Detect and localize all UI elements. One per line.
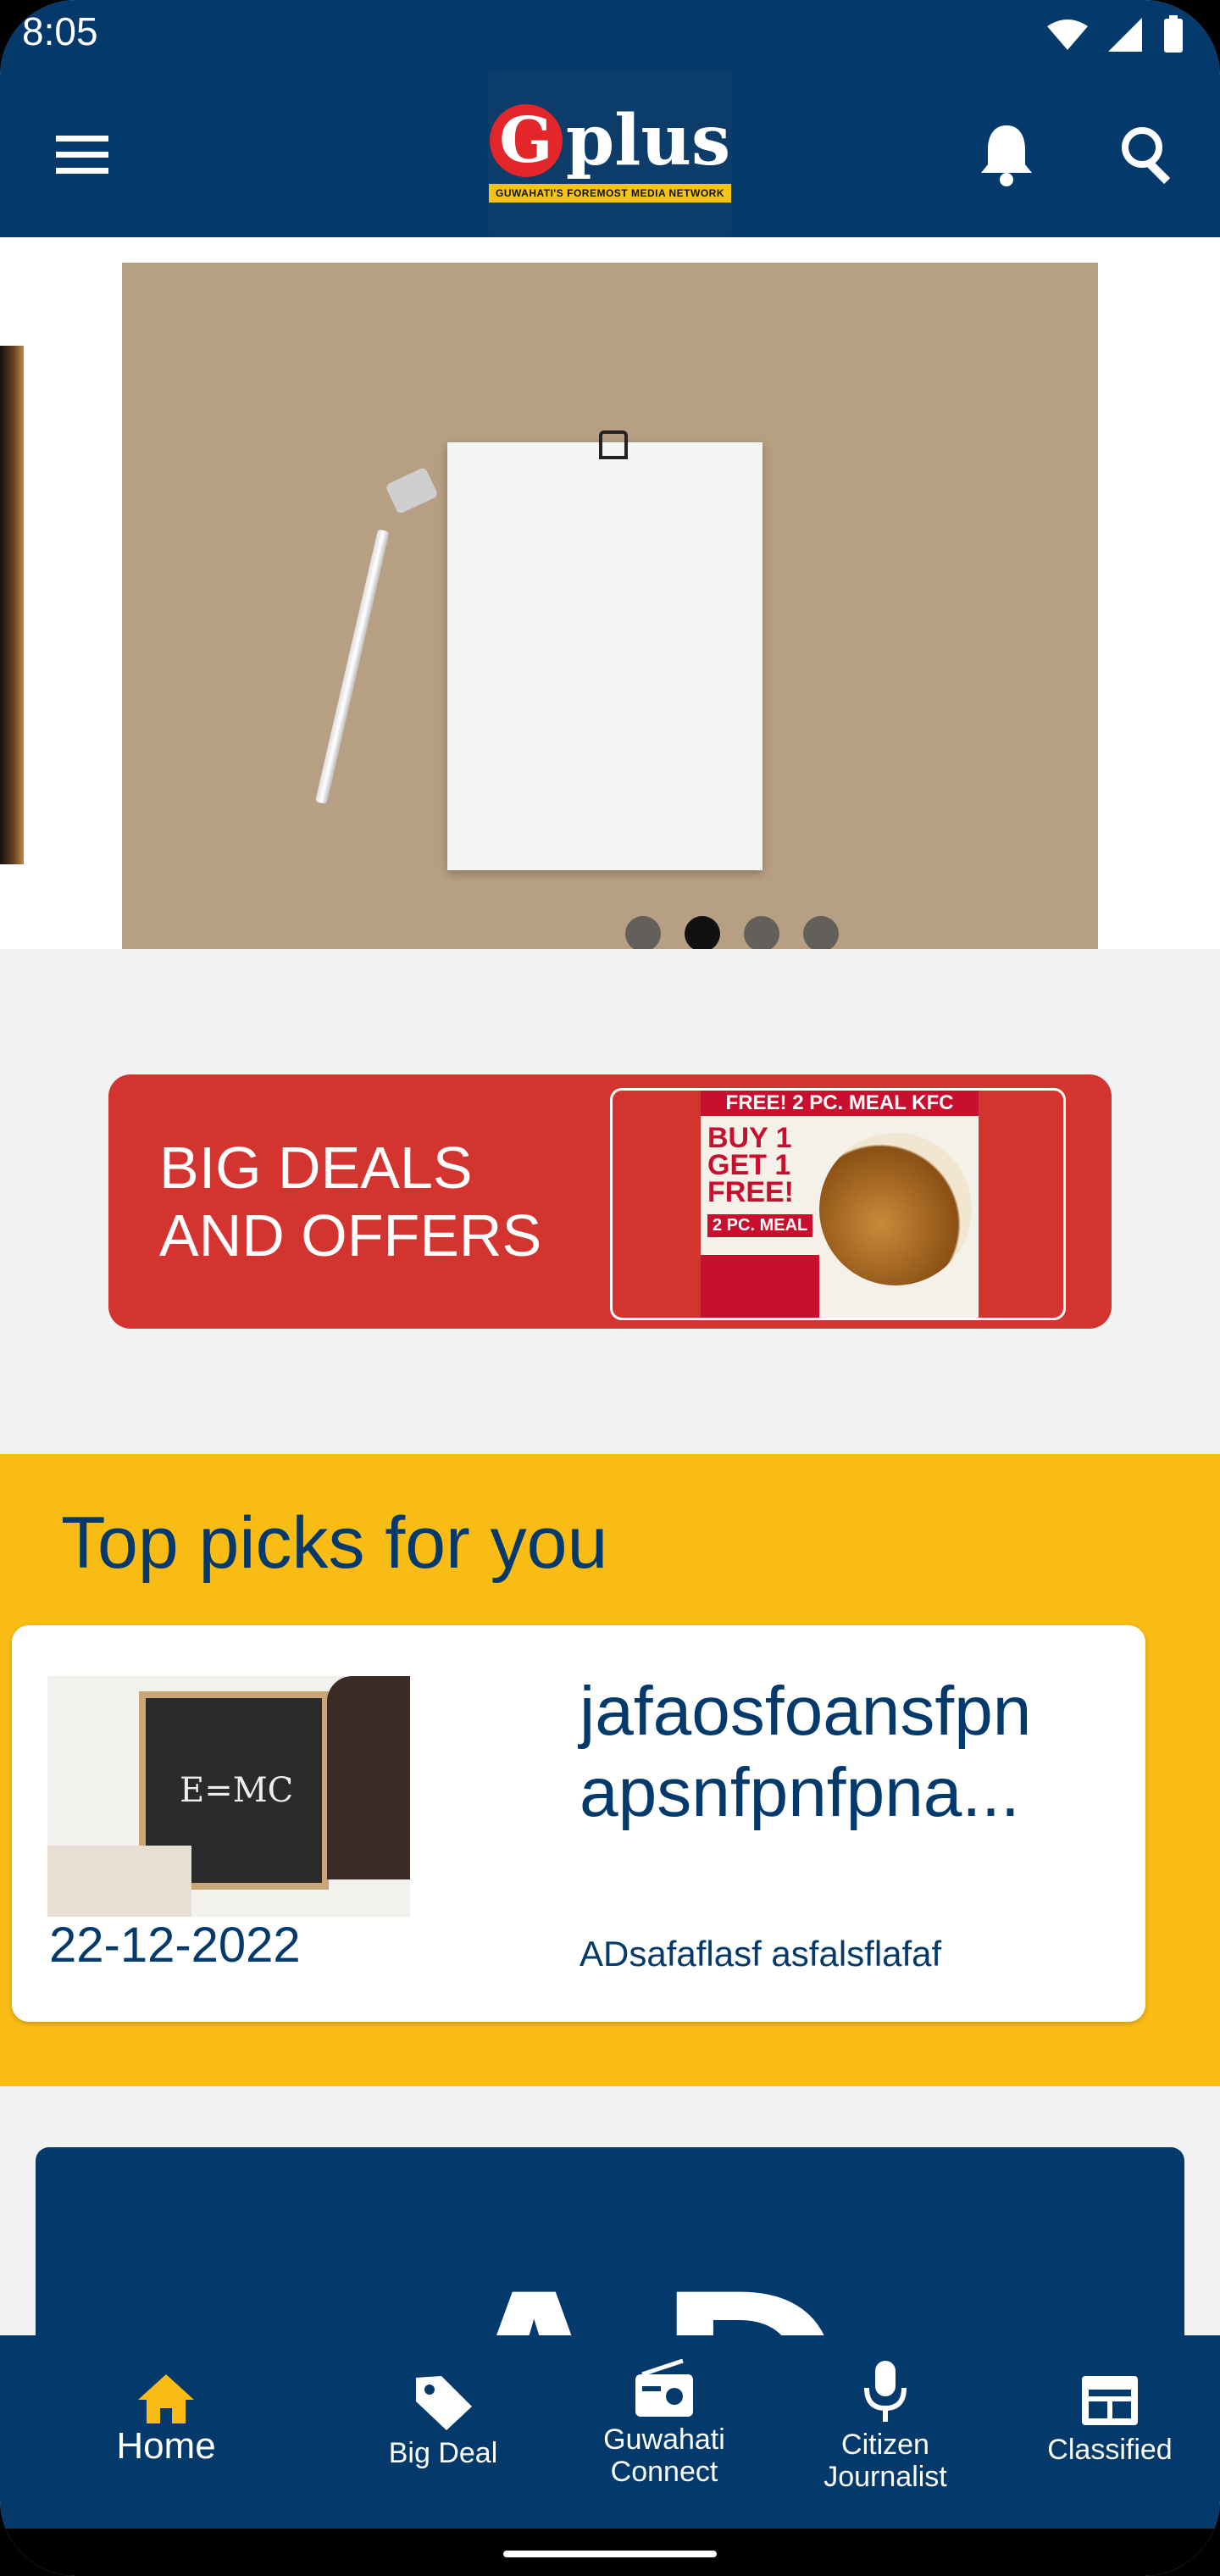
search-icon[interactable] xyxy=(1118,124,1179,185)
microphone-icon xyxy=(864,2361,907,2422)
nav-label-home: Home xyxy=(116,2425,216,2467)
news-card[interactable]: E=MC 22-12-2022 jafaosfoansfpn apsnfpnfp… xyxy=(12,1625,1145,2022)
previous-slide-preview[interactable] xyxy=(0,346,24,864)
gplus-logo[interactable]: G plus GUWAHATI'S FOREMOST MEDIA NETWORK xyxy=(487,69,733,237)
slide-image-sharpener xyxy=(385,466,439,515)
battery-icon xyxy=(1164,15,1183,53)
top-picks-section: Top picks for you E=MC 22-12-2022 jafaos… xyxy=(0,1454,1220,2086)
carousel-indicators[interactable] xyxy=(625,916,839,949)
logo-letter: G xyxy=(489,104,563,177)
teacher xyxy=(327,1676,410,1879)
kfc-ad-meal: 2 PC. MEAL xyxy=(707,1214,813,1237)
nav-label-big-deal: Big Deal xyxy=(388,2437,498,2469)
status-icons xyxy=(1045,15,1186,54)
nav-item-guwahati-connect[interactable]: Guwahati Connect xyxy=(580,2335,749,2529)
carousel-dot[interactable] xyxy=(625,916,661,949)
kfc-ad-offer: BUY 1 GET 1 FREE! xyxy=(707,1122,794,1208)
books xyxy=(47,1846,191,1917)
gesture-pill[interactable] xyxy=(503,2551,717,2557)
logo-mark: G plus xyxy=(489,100,731,181)
bottom-navigation: Home Big Deal Guwahati Connect Citizen J… xyxy=(0,2335,1220,2529)
news-card-date: 22-12-2022 xyxy=(49,1918,301,1973)
deal-ad-image-frame: FREE! 2 PC. MEAL KFC BUY 1 GET 1 FREE! 2… xyxy=(610,1088,1066,1320)
newspaper-icon xyxy=(1082,2376,1138,2425)
news-card-subtitle: ADsafaflasf asfalsflafaf xyxy=(580,1934,942,1974)
signal-icon xyxy=(1108,18,1142,52)
gesture-navigation-bar xyxy=(0,2529,1220,2576)
radio-icon xyxy=(635,2359,693,2417)
tag-icon xyxy=(416,2376,472,2430)
logo-text: plus xyxy=(565,100,731,181)
kfc-ad-image: FREE! 2 PC. MEAL KFC BUY 1 GET 1 FREE! 2… xyxy=(701,1091,979,1318)
kfc-ad-header: FREE! 2 PC. MEAL KFC xyxy=(701,1091,979,1116)
nav-item-home[interactable]: Home xyxy=(81,2335,251,2529)
nav-label-classified: Classified xyxy=(1047,2434,1173,2466)
carousel-dot-active[interactable] xyxy=(685,916,720,949)
news-card-title[interactable]: jafaosfoansfpn apsnfpnfpna... xyxy=(580,1671,1122,1834)
nav-item-big-deal[interactable]: Big Deal xyxy=(363,2335,524,2529)
nav-item-classified[interactable]: Classified xyxy=(1034,2335,1186,2529)
nav-item-citizen-journalist[interactable]: Citizen Journalist xyxy=(805,2335,966,2529)
top-picks-title: Top picks for you xyxy=(61,1502,608,1584)
app-bar: 8:05 G plus GUWAHATI'S FOREMOST MEDIA NE… xyxy=(0,0,1220,237)
carousel-dot[interactable] xyxy=(803,916,839,949)
slide-image-pencil xyxy=(314,529,390,805)
carousel-dot[interactable] xyxy=(744,916,779,949)
nav-label-citizen-journalist: Citizen Journalist xyxy=(824,2429,947,2493)
carousel-slide[interactable] xyxy=(122,263,1098,949)
news-card-image: E=MC xyxy=(47,1676,410,1917)
image-carousel[interactable] xyxy=(0,237,1220,949)
menu-icon[interactable] xyxy=(54,127,110,183)
kfc-ad-food xyxy=(819,1133,972,1285)
app-screen: 8:05 G plus GUWAHATI'S FOREMOST MEDIA NE… xyxy=(0,0,1220,2576)
chalkboard-text: E=MC xyxy=(180,1771,294,1810)
notification-bell-icon[interactable] xyxy=(974,120,1039,188)
wifi-icon xyxy=(1047,19,1088,50)
big-deals-text: BIG DEALS AND OFFERS xyxy=(159,1135,542,1269)
big-deals-banner[interactable]: BIG DEALS AND OFFERS FREE! 2 PC. MEAL KF… xyxy=(108,1074,1112,1329)
logo-tagline: GUWAHATI'S FOREMOST MEDIA NETWORK xyxy=(488,184,731,203)
nav-label-guwahati-connect: Guwahati Connect xyxy=(603,2423,725,2488)
slide-image-paper xyxy=(447,442,762,870)
slide-image-clip xyxy=(599,430,628,459)
status-time: 8:05 xyxy=(22,9,98,53)
kfc-ad-footer xyxy=(701,1255,819,1318)
home-icon xyxy=(138,2374,194,2423)
